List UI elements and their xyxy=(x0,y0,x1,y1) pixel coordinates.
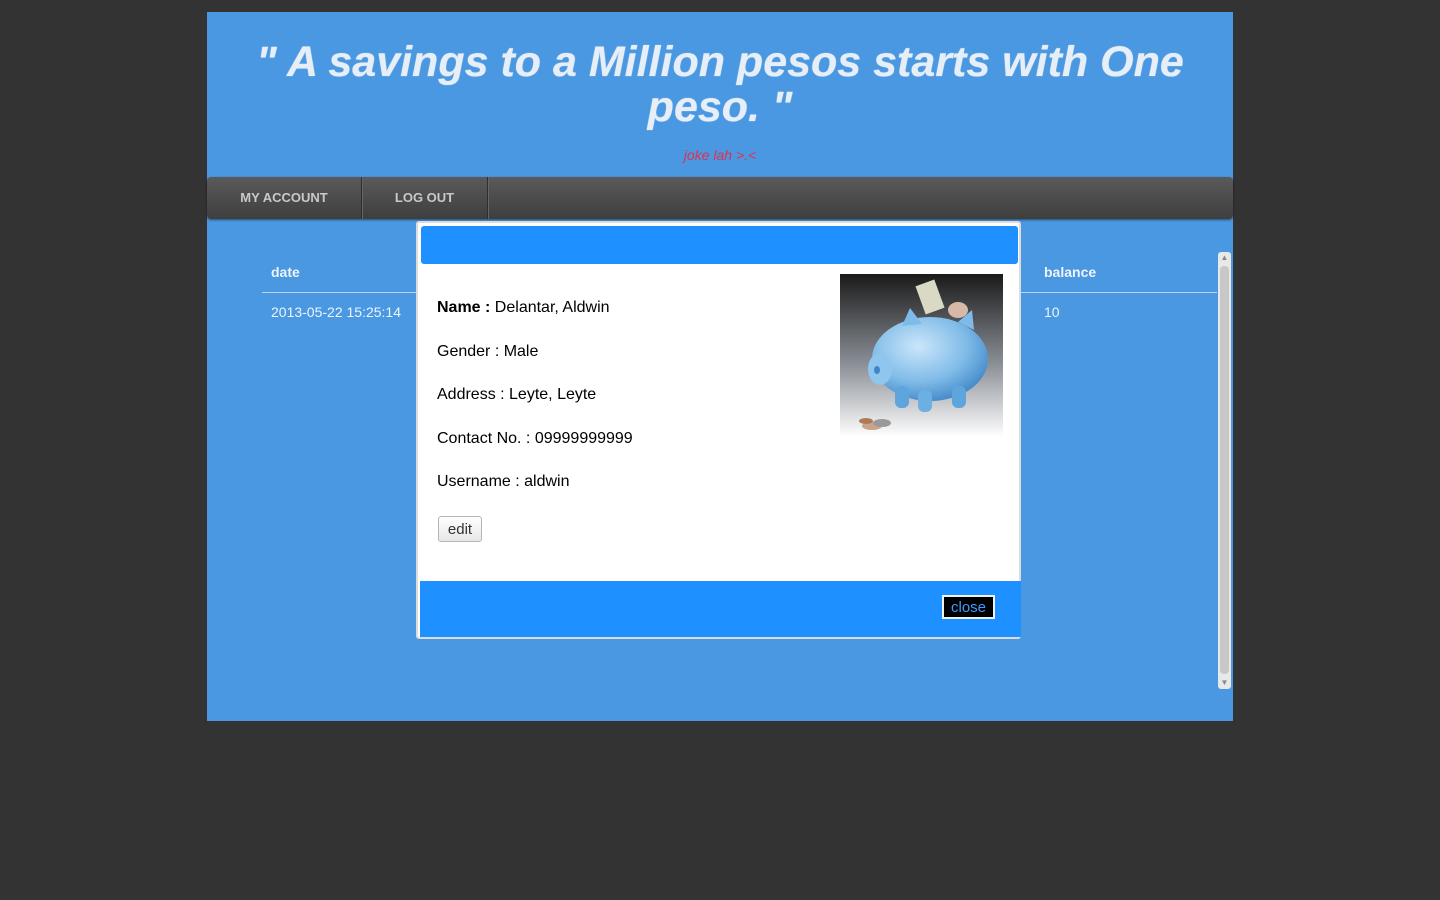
header-subtitle: joke lah >.< xyxy=(683,147,757,163)
piggy-bank-icon xyxy=(840,274,1003,437)
modal-header-bar xyxy=(421,226,1018,264)
table-cell-balance: 10 xyxy=(1044,304,1060,320)
profile-name: Name : Delantar, Aldwin xyxy=(437,299,610,317)
header-quote: " A savings to a Million pesos starts wi… xyxy=(207,40,1233,130)
scroll-down-icon[interactable]: ▼ xyxy=(1218,677,1231,689)
name-value: Delantar, Aldwin xyxy=(490,299,610,316)
nav-bar: MY ACCOUNT LOG OUT xyxy=(207,177,1233,219)
table-cell-date: 2013-05-22 15:25:14 xyxy=(271,304,401,320)
profile-contact: Contact No. : 09999999999 xyxy=(437,430,633,447)
column-header-balance: balance xyxy=(1044,264,1097,280)
nav-item-log-out[interactable]: LOG OUT xyxy=(362,177,488,219)
name-label: Name : xyxy=(437,299,491,316)
edit-button[interactable]: edit xyxy=(438,516,482,542)
quote-line-2: peso. " xyxy=(647,83,793,131)
profile-username: Username : aldwin xyxy=(437,473,570,490)
profile-gender: Gender : Male xyxy=(437,343,539,360)
quote-line-1: " A savings to a Million pesos starts wi… xyxy=(256,38,1184,86)
close-button[interactable]: close xyxy=(942,595,995,619)
scroll-thumb[interactable] xyxy=(1220,266,1229,674)
vertical-scrollbar[interactable]: ▲ ▼ xyxy=(1218,252,1231,689)
column-header-date: date xyxy=(271,264,300,280)
modal-footer-bar: close xyxy=(420,581,1021,637)
profile-modal: Name : Delantar, Aldwin Gender : Male Ad… xyxy=(416,221,1021,639)
scroll-up-icon[interactable]: ▲ xyxy=(1218,252,1231,264)
nav-item-my-account[interactable]: MY ACCOUNT xyxy=(207,177,362,219)
profile-address: Address : Leyte, Leyte xyxy=(437,386,597,403)
